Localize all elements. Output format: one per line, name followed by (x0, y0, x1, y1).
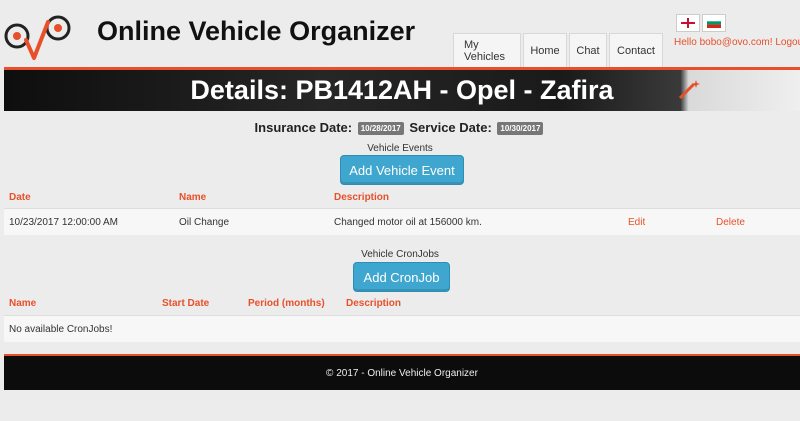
main-nav: My Vehicles Home Chat Contact (453, 33, 665, 67)
bulgarian-flag-icon[interactable] (702, 14, 726, 32)
cronjobs-col-start-date: Start Date (162, 298, 210, 309)
nav-contact[interactable]: Contact (609, 33, 663, 67)
cronjobs-col-description: Description (346, 298, 402, 309)
cronjobs-col-period: Period (months) (248, 298, 325, 309)
events-col-name: Name (179, 192, 207, 203)
service-date-label: Service Date: (409, 120, 492, 135)
cronjobs-col-name: Name (9, 298, 37, 309)
table-row: 10/23/2017 12:00:00 AM Oil Change Change… (4, 208, 800, 235)
events-col-date: Date (9, 192, 31, 203)
insurance-date-badge: 10/28/2017 (357, 122, 404, 136)
event-name: Oil Change (179, 217, 230, 228)
footer-copyright: © 2017 - Online Vehicle Organizer (326, 368, 478, 379)
site-title: Online Vehicle Organizer (97, 16, 416, 46)
page-title: Details: PB1412AH - Opel - Zafira (190, 75, 614, 105)
nav-chat[interactable]: Chat (569, 33, 607, 67)
english-flag-icon[interactable] (676, 14, 700, 32)
service-date-badge: 10/30/2017 (497, 122, 544, 136)
event-description: Changed motor oil at 156000 km. (334, 217, 482, 228)
add-cronjob-button[interactable]: Add CronJob (353, 262, 450, 292)
nav-my-vehicles[interactable]: My Vehicles (453, 33, 521, 67)
vehicle-events-heading: Vehicle Events (367, 143, 433, 154)
logo-icon[interactable] (4, 12, 74, 64)
empty-cronjobs-message: No available CronJobs! (9, 324, 113, 335)
event-date: 10/23/2017 12:00:00 AM (9, 217, 118, 228)
page-banner: Details: PB1412AH - Opel - Zafira (4, 70, 800, 111)
events-col-description: Description (334, 192, 390, 203)
vehicle-dates: Insurance Date: 10/28/2017 Service Date:… (0, 120, 800, 136)
add-vehicle-event-button[interactable]: Add Vehicle Event (340, 155, 464, 185)
header: Online Vehicle Organizer My Vehicles Hom… (0, 0, 800, 68)
table-row: No available CronJobs! (4, 315, 800, 342)
delete-event-link[interactable]: Delete (716, 217, 745, 228)
logout-link[interactable]: Logout (775, 37, 800, 48)
user-links: Hello bobo@ovo.com! Logout (674, 37, 800, 48)
language-switcher (676, 14, 726, 32)
nav-home[interactable]: Home (523, 33, 567, 67)
footer: © 2017 - Online Vehicle Organizer (4, 354, 800, 390)
edit-event-link[interactable]: Edit (628, 217, 645, 228)
vehicle-cronjobs-heading: Vehicle CronJobs (361, 249, 439, 260)
greeting-link[interactable]: Hello bobo@ovo.com! (674, 37, 773, 48)
insurance-date-label: Insurance Date: (254, 120, 353, 135)
